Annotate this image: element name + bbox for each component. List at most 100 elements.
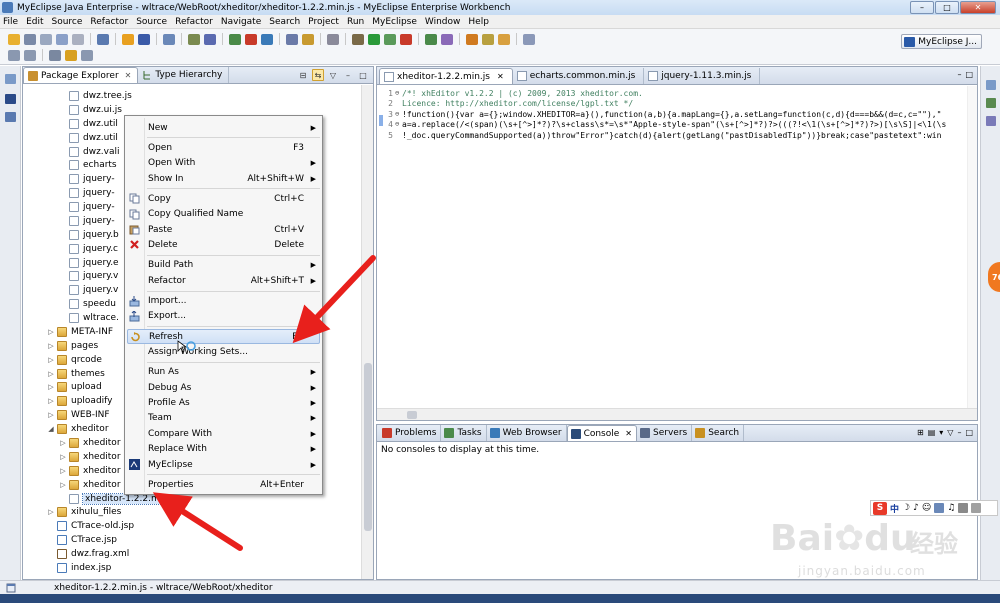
menu-item-replace-with[interactable]: Replace With ▶: [127, 442, 320, 457]
close-tab-icon[interactable]: ✕: [497, 72, 504, 81]
toolbar-tool-icon[interactable]: [8, 33, 20, 45]
tree-item[interactable]: ▷ xheditor: [59, 450, 121, 464]
menu-item-team[interactable]: Team ▶: [127, 411, 320, 426]
toolbar-tool-icon[interactable]: [81, 49, 93, 61]
ime-mode[interactable]: 中: [890, 502, 899, 515]
tree-item[interactable]: dwz.frag.xml: [47, 547, 129, 561]
tree-item[interactable]: jquery.e: [59, 256, 119, 270]
menu-item-copy-qualified-name[interactable]: Copy Qualified Name: [127, 207, 320, 222]
toolbar-tool-icon[interactable]: [24, 33, 36, 45]
expand-arrow-icon[interactable]: ▷: [47, 356, 55, 364]
tree-item[interactable]: wltrace.: [59, 311, 119, 325]
view-menu-icon[interactable]: ▽: [947, 428, 953, 437]
toolbar-tool-icon[interactable]: [163, 33, 175, 45]
tree-item[interactable]: index.jsp: [47, 561, 111, 575]
toolbar-tool-icon[interactable]: [204, 33, 216, 45]
code-text-area[interactable]: 1 ⊖/*! xhEditor v1.2.2 | (c) 2009, 2013 x…: [377, 86, 977, 408]
menu-file[interactable]: File: [3, 17, 18, 27]
tree-item[interactable]: jquery.v: [59, 269, 118, 283]
menu-item-paste[interactable]: Paste Ctrl+V: [127, 222, 320, 237]
tree-item[interactable]: echarts: [59, 158, 117, 172]
toolbar-tool-icon[interactable]: [229, 33, 241, 45]
tree-item[interactable]: dwz.util: [59, 131, 118, 145]
toolbar-tool-icon[interactable]: [97, 33, 109, 45]
tree-item[interactable]: ▷ META-INF: [47, 325, 113, 339]
view-menu-icon[interactable]: ▽: [327, 69, 339, 81]
tree-item[interactable]: dwz.vali: [59, 145, 120, 159]
minimize-view-icon[interactable]: –: [342, 69, 354, 81]
tab-tasks[interactable]: Tasks: [441, 425, 487, 441]
toolbar-tool-icon[interactable]: [56, 33, 68, 45]
minimized-view-icon[interactable]: [5, 112, 16, 122]
toolbar-tool-icon[interactable]: [400, 33, 412, 45]
menu-item-new[interactable]: New ▶: [127, 120, 320, 135]
tree-scrollbar[interactable]: [361, 85, 373, 579]
toolbar-tool-icon[interactable]: [482, 33, 494, 45]
toolbar-tool-icon[interactable]: [122, 33, 134, 45]
menu-item-profile-as[interactable]: Profile As ▶: [127, 396, 320, 411]
myeclipse-perspective-button[interactable]: MyEclipse J...: [901, 34, 982, 49]
floating-badge[interactable]: 76: [988, 262, 1000, 292]
scrollbar-thumb[interactable]: [364, 363, 372, 531]
tools-icon[interactable]: [971, 503, 982, 513]
toolbar-tool-icon[interactable]: [138, 33, 150, 45]
maximize-view-icon[interactable]: □: [357, 69, 369, 81]
menu-navigate[interactable]: Navigate: [221, 17, 261, 27]
sogou-logo-icon[interactable]: S: [873, 501, 887, 515]
tree-item[interactable]: ▷ pages: [47, 339, 98, 353]
menu-item-import[interactable]: Import...: [127, 294, 320, 309]
tree-item[interactable]: jquery-: [59, 200, 115, 214]
tab-xheditor-min-js[interactable]: xheditor-1.2.2.min.js ✕: [379, 68, 513, 84]
menu-item-copy[interactable]: Copy Ctrl+C: [127, 191, 320, 206]
scrollbar-thumb[interactable]: [407, 411, 417, 419]
menu-item-assign-working-sets[interactable]: Assign Working Sets...: [127, 345, 320, 360]
tree-item[interactable]: speedu: [59, 297, 116, 311]
moon-icon[interactable]: ☽: [902, 503, 910, 513]
menu-refactor[interactable]: Refactor: [175, 17, 213, 27]
tree-item[interactable]: ◢ xheditor: [47, 422, 109, 436]
toolbar-tool-icon[interactable]: [327, 33, 339, 45]
expand-arrow-icon[interactable]: ◢: [47, 425, 55, 433]
punct-icon[interactable]: ♪: [913, 503, 919, 513]
toolbar-tool-icon[interactable]: [425, 33, 437, 45]
menu-window[interactable]: Window: [425, 17, 461, 27]
fold-toggle-icon[interactable]: ⊖: [395, 120, 402, 130]
menu-help[interactable]: Help: [468, 17, 489, 27]
minimized-view-icon[interactable]: [986, 116, 996, 126]
toolbar-tool-icon[interactable]: [188, 33, 200, 45]
tree-item[interactable]: ▷ xihulu_files: [47, 505, 121, 519]
tree-item[interactable]: dwz.ui.js: [59, 103, 122, 117]
expand-arrow-icon[interactable]: ▷: [59, 467, 67, 475]
display-console-icon[interactable]: ▤: [928, 428, 936, 437]
tree-item[interactable]: ▷ WEB-INF: [47, 408, 110, 422]
menu-item-debug-as[interactable]: Debug As ▶: [127, 380, 320, 395]
tree-item[interactable]: jquery-: [59, 214, 115, 228]
toolbar-tool-icon[interactable]: [466, 33, 478, 45]
minimized-view-icon[interactable]: [986, 98, 996, 108]
expand-arrow-icon[interactable]: ▷: [47, 508, 55, 516]
menu-myeclipse[interactable]: MyEclipse: [372, 17, 417, 27]
toolbar-tool-icon[interactable]: [523, 33, 535, 45]
toolbar-tool-icon[interactable]: [352, 33, 364, 45]
ime-extra-icon[interactable]: ☺: [922, 503, 931, 513]
expand-arrow-icon[interactable]: ▷: [47, 411, 55, 419]
toolbar-tool-icon[interactable]: [8, 49, 20, 61]
menu-item-refactor[interactable]: Refactor Alt+Shift+T ▶: [127, 273, 320, 288]
menu-search[interactable]: Search: [269, 17, 300, 27]
menu-source[interactable]: Source: [136, 17, 167, 27]
menu-item-refresh[interactable]: Refresh F5: [127, 329, 320, 345]
tab-type-hierarchy[interactable]: Type Hierarchy: [138, 67, 230, 83]
ime-extra-icon[interactable]: ♫: [947, 503, 955, 513]
tree-item[interactable]: ▷ xheditor: [59, 478, 121, 492]
menu-item-show-in[interactable]: Show In Alt+Shift+W ▶: [127, 171, 320, 186]
tree-item[interactable]: jquery.b: [59, 228, 119, 242]
expand-arrow-icon[interactable]: ▷: [59, 481, 67, 489]
menu-item-delete[interactable]: Delete Delete: [127, 237, 320, 252]
tab-web-browser[interactable]: Web Browser: [487, 425, 567, 441]
tree-item[interactable]: jquery-: [59, 172, 115, 186]
tab-echarts-common-min-js[interactable]: echarts.common.min.js: [513, 68, 645, 84]
menu-item-run-as[interactable]: Run As ▶: [127, 365, 320, 380]
minimize-button[interactable]: –: [910, 1, 934, 14]
collapse-all-icon[interactable]: ⊟: [297, 69, 309, 81]
toolbar-tool-icon[interactable]: [441, 33, 453, 45]
